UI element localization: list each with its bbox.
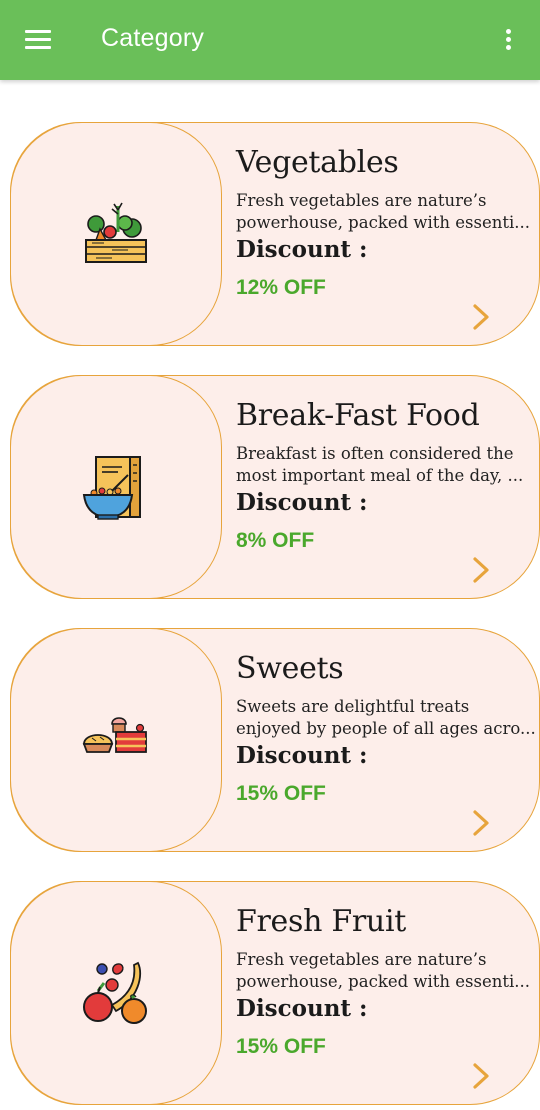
- app-bar: Category: [0, 0, 540, 80]
- page-title: Category: [101, 24, 205, 52]
- category-image-frame: [9, 374, 222, 599]
- cereal-bowl-icon: [82, 455, 141, 520]
- discount-label: Discount :: [236, 489, 368, 516]
- description-line: Sweets are delightful treats: [236, 697, 470, 716]
- discount-value: 8% OFF: [236, 529, 315, 552]
- category-card-vegetables[interactable]: Vegetables Fresh vegetables are nature’s…: [9, 121, 540, 346]
- discount-label: Discount :: [236, 995, 368, 1022]
- category-card-sweets[interactable]: Sweets Sweets are delightful treats enjo…: [9, 627, 540, 852]
- description-line: powerhouse, packed with essenti...: [236, 213, 531, 232]
- category-description: Sweets are delightful treats enjoyed by …: [236, 696, 538, 740]
- category-title: Fresh Fruit: [236, 904, 406, 939]
- cake-pie-icon: [82, 716, 147, 753]
- category-title: Break-Fast Food: [236, 398, 480, 433]
- discount-label: Discount :: [236, 742, 368, 769]
- chevron-right-icon[interactable]: [469, 303, 493, 331]
- description-line: powerhouse, packed with essenti...: [236, 972, 531, 991]
- discount-label: Discount :: [236, 236, 368, 263]
- fruits-icon: [82, 961, 147, 1024]
- description-line: Breakfast is often considered the: [236, 444, 514, 463]
- discount-value: 12% OFF: [236, 276, 326, 299]
- category-description: Fresh vegetables are nature’s powerhouse…: [236, 190, 538, 234]
- hamburger-menu-icon[interactable]: [22, 27, 56, 53]
- category-title: Sweets: [236, 651, 344, 686]
- description-line: Fresh vegetables are nature’s: [236, 191, 487, 210]
- category-card-fresh-fruit[interactable]: Fresh Fruit Fresh vegetables are nature’…: [9, 880, 540, 1105]
- discount-value: 15% OFF: [236, 1035, 326, 1058]
- category-title: Vegetables: [236, 145, 399, 180]
- more-vert-icon[interactable]: [496, 26, 522, 54]
- discount-value: 15% OFF: [236, 782, 326, 805]
- category-image-frame: [9, 627, 222, 852]
- category-description: Fresh vegetables are nature’s powerhouse…: [236, 949, 538, 993]
- category-list: Vegetables Fresh vegetables are nature’s…: [0, 80, 540, 1110]
- chevron-right-icon[interactable]: [469, 1062, 493, 1090]
- category-image-frame: [9, 880, 222, 1105]
- description-line: most important meal of the day, ...: [236, 466, 524, 485]
- chevron-right-icon[interactable]: [469, 556, 493, 584]
- category-image-frame: [9, 121, 222, 346]
- vegetable-crate-icon: [84, 202, 147, 263]
- chevron-right-icon[interactable]: [469, 809, 493, 837]
- category-card-breakfast-food[interactable]: Break-Fast Food Breakfast is often consi…: [9, 374, 540, 599]
- description-line: Fresh vegetables are nature’s: [236, 950, 487, 969]
- description-line: enjoyed by people of all ages acro...: [236, 719, 536, 738]
- category-description: Breakfast is often considered the most i…: [236, 443, 538, 487]
